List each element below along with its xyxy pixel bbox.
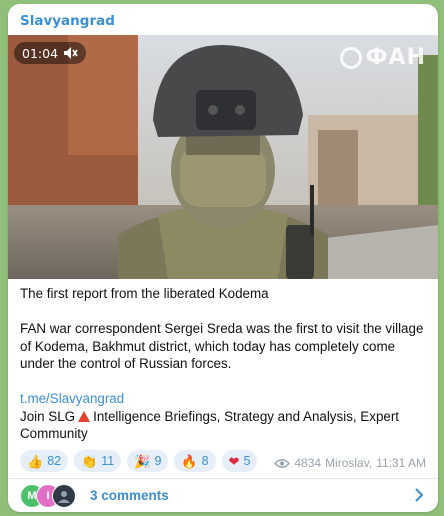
reaction-clapping[interactable]: 👏 11: [74, 450, 122, 472]
channel-name[interactable]: Slavyangrad: [20, 13, 115, 29]
reaction-party[interactable]: 🎉 9: [127, 450, 169, 472]
video-duration-badge[interactable]: 01:04: [14, 42, 87, 64]
commenter-avatars: M I: [20, 483, 84, 508]
heart-icon: ❤: [228, 453, 240, 469]
comments-button[interactable]: M I 3 comments: [8, 479, 438, 512]
speaker-muted-icon[interactable]: [64, 47, 78, 59]
join-line: Join SLG Intelligence Briefings, Strategy…: [20, 408, 428, 443]
party-popper-icon: 🎉: [134, 453, 151, 469]
avatar-photo-icon: [58, 490, 70, 503]
comments-count: 3 comments: [90, 488, 169, 503]
avatar: [52, 483, 76, 508]
reaction-heart[interactable]: ❤ 5: [221, 450, 258, 472]
message-text: The first report from the liberated Kode…: [20, 285, 428, 443]
clapping-icon: 👏: [81, 453, 98, 469]
post-author: Miroslav,: [325, 456, 373, 470]
thumbs-up-icon: 👍: [27, 453, 44, 469]
reaction-count: 9: [154, 454, 162, 468]
watermark-logo-icon: [339, 46, 362, 69]
video-watermark: ФАН: [339, 45, 426, 70]
reaction-count: 11: [101, 454, 115, 468]
reaction-thumbs-up[interactable]: 👍 82: [20, 450, 69, 472]
channel-link[interactable]: t.me/Slavyangrad: [20, 391, 124, 406]
post-time: 11:31 AM: [376, 456, 426, 470]
reaction-count: 5: [243, 454, 251, 468]
post-body: FAN war correspondent Sergei Sreda was t…: [20, 321, 424, 371]
video-frame-image: [8, 35, 438, 279]
join-suffix: Intelligence Briefings, Strategy and Ana…: [20, 408, 400, 442]
join-prefix: Join SLG: [20, 408, 76, 424]
post-title: The first report from the liberated Kode…: [20, 286, 269, 301]
video-thumbnail[interactable]: 01:04 ФАН: [8, 35, 438, 279]
message-meta: 4834 Miroslav, 11:31 AM: [274, 456, 426, 470]
reaction-count: 8: [201, 454, 209, 468]
fire-icon: 🔥: [181, 453, 198, 469]
message-bubble: Slavyangrad 01:04 ФАН The first report f…: [8, 4, 438, 512]
view-count: 4834: [294, 456, 322, 470]
red-triangle-icon: [78, 410, 91, 422]
reactions-bar: 👍 82 👏 11 🎉 9 🔥 8 ❤ 5: [20, 450, 258, 472]
video-duration: 01:04: [22, 45, 59, 61]
chevron-right-icon: [415, 488, 423, 502]
eye-icon: [274, 458, 291, 468]
reaction-count: 82: [47, 454, 62, 468]
reaction-fire[interactable]: 🔥 8: [174, 450, 216, 472]
